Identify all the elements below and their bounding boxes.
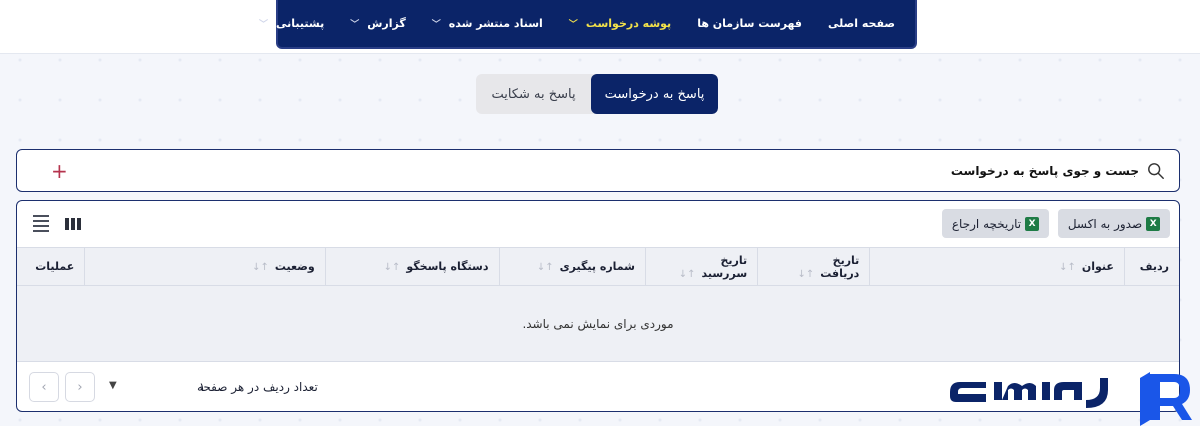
referral-history-button[interactable]: X تاریخچه ارجاع: [942, 209, 1049, 238]
columns-icon[interactable]: [65, 217, 81, 230]
column-header-received-date[interactable]: تاریخ دریافت↑↓: [757, 247, 870, 286]
response-type-tabs: پاسخ به درخواست پاسخ به شکایت: [476, 74, 718, 114]
column-header-responding-agency[interactable]: دستگاه پاسخگو↑↓: [324, 247, 499, 286]
nav-item-organizations[interactable]: فهرست سازمان ها: [697, 17, 802, 30]
column-header-actions: عملیات: [17, 247, 85, 286]
sort-icon[interactable]: ↑↓: [1059, 262, 1076, 273]
rows-per-page-dropdown-icon[interactable]: ▼: [109, 380, 117, 391]
view-options: [33, 215, 81, 232]
nav-item-report[interactable]: گزارش ﹀: [350, 17, 406, 30]
export-excel-label: صدور به اکسل: [1067, 216, 1143, 231]
tab-complaint-response[interactable]: پاسخ به شکایت: [476, 74, 591, 114]
nav-item-label: پشتیبانی: [276, 17, 325, 30]
sort-icon[interactable]: ↑↓: [797, 269, 814, 280]
nav-item-label: پوشه درخواست: [585, 17, 672, 30]
expand-plus-icon[interactable]: +: [51, 159, 68, 183]
next-page-button[interactable]: ›: [65, 372, 95, 402]
empty-state-message: موردی برای نمایش نمی باشد.: [17, 285, 1179, 362]
results-table: ردیف عنوان↑↓ تاریخ دریافت↑↓ تاریخ سررسید…: [17, 247, 1179, 362]
sort-icon[interactable]: ↑↓: [679, 269, 696, 280]
sort-icon[interactable]: ↑↓: [537, 262, 554, 273]
export-excel-button[interactable]: X صدور به اکسل: [1058, 209, 1170, 238]
search-icon: [1148, 162, 1164, 179]
nav-item-request-folder[interactable]: پوشه درخواست ﹀: [569, 17, 671, 30]
brand-logo: [950, 372, 1192, 426]
previous-page-button[interactable]: ‹: [29, 372, 59, 402]
column-header-due-date[interactable]: تاریخ سررسید↑↓: [644, 247, 758, 286]
column-header-status[interactable]: وضعیت↑↓: [84, 247, 326, 286]
nav-item-home[interactable]: صفحه اصلی: [828, 17, 895, 30]
column-header-row-number[interactable]: ردیف: [1123, 247, 1179, 286]
main-navbar: صفحه اصلی فهرست سازمان ها پوشه درخواست ﹀…: [259, 0, 917, 49]
chevron-right-icon: ›: [77, 379, 83, 395]
excel-icon: X: [1025, 216, 1040, 231]
nav-item-support[interactable]: پشتیبانی ﹀: [259, 17, 324, 30]
search-panel-header[interactable]: جست و جوی پاسخ به درخواست +: [16, 149, 1180, 192]
chevron-down-icon: ﹀: [259, 20, 269, 30]
chevron-down-icon: ﹀: [350, 20, 360, 30]
referral-history-label: تاریخچه ارجاع: [951, 216, 1022, 231]
nav-item-label: گزارش: [367, 17, 406, 30]
column-header-title[interactable]: عنوان↑↓: [869, 247, 1125, 286]
chevron-left-icon: ‹: [41, 379, 47, 395]
nav-item-published-documents[interactable]: اسناد منتشر شده ﹀: [432, 17, 543, 30]
sort-icon[interactable]: ↑↓: [252, 262, 269, 273]
tab-request-response[interactable]: پاسخ به درخواست: [591, 74, 718, 114]
density-list-icon[interactable]: [33, 215, 49, 232]
table-header-row: ردیف عنوان↑↓ تاریخ دریافت↑↓ تاریخ سررسید…: [17, 247, 1179, 286]
rows-per-page-label: تعداد ردیف در هر صفحه: [197, 380, 318, 394]
column-header-tracking-number[interactable]: شماره پیگیری↑↓: [498, 247, 646, 286]
search-panel-title: جست و جوی پاسخ به درخواست: [950, 163, 1139, 178]
empty-state-row: موردی برای نمایش نمی باشد.: [17, 285, 1179, 362]
sort-icon[interactable]: ↑↓: [384, 262, 401, 273]
table-toolbar: X صدور به اکسل X تاریخچه ارجاع: [17, 201, 1179, 247]
chevron-down-icon: ﹀: [568, 20, 578, 30]
nav-item-label: صفحه اصلی: [828, 17, 895, 30]
nav-item-label: فهرست سازمان ها: [697, 17, 802, 30]
rows-per-page-value[interactable]: ۱۰: [199, 380, 212, 394]
nav-item-label: اسناد منتشر شده: [448, 17, 543, 30]
excel-icon: X: [1146, 216, 1161, 231]
chevron-down-icon: ﹀: [431, 20, 441, 30]
